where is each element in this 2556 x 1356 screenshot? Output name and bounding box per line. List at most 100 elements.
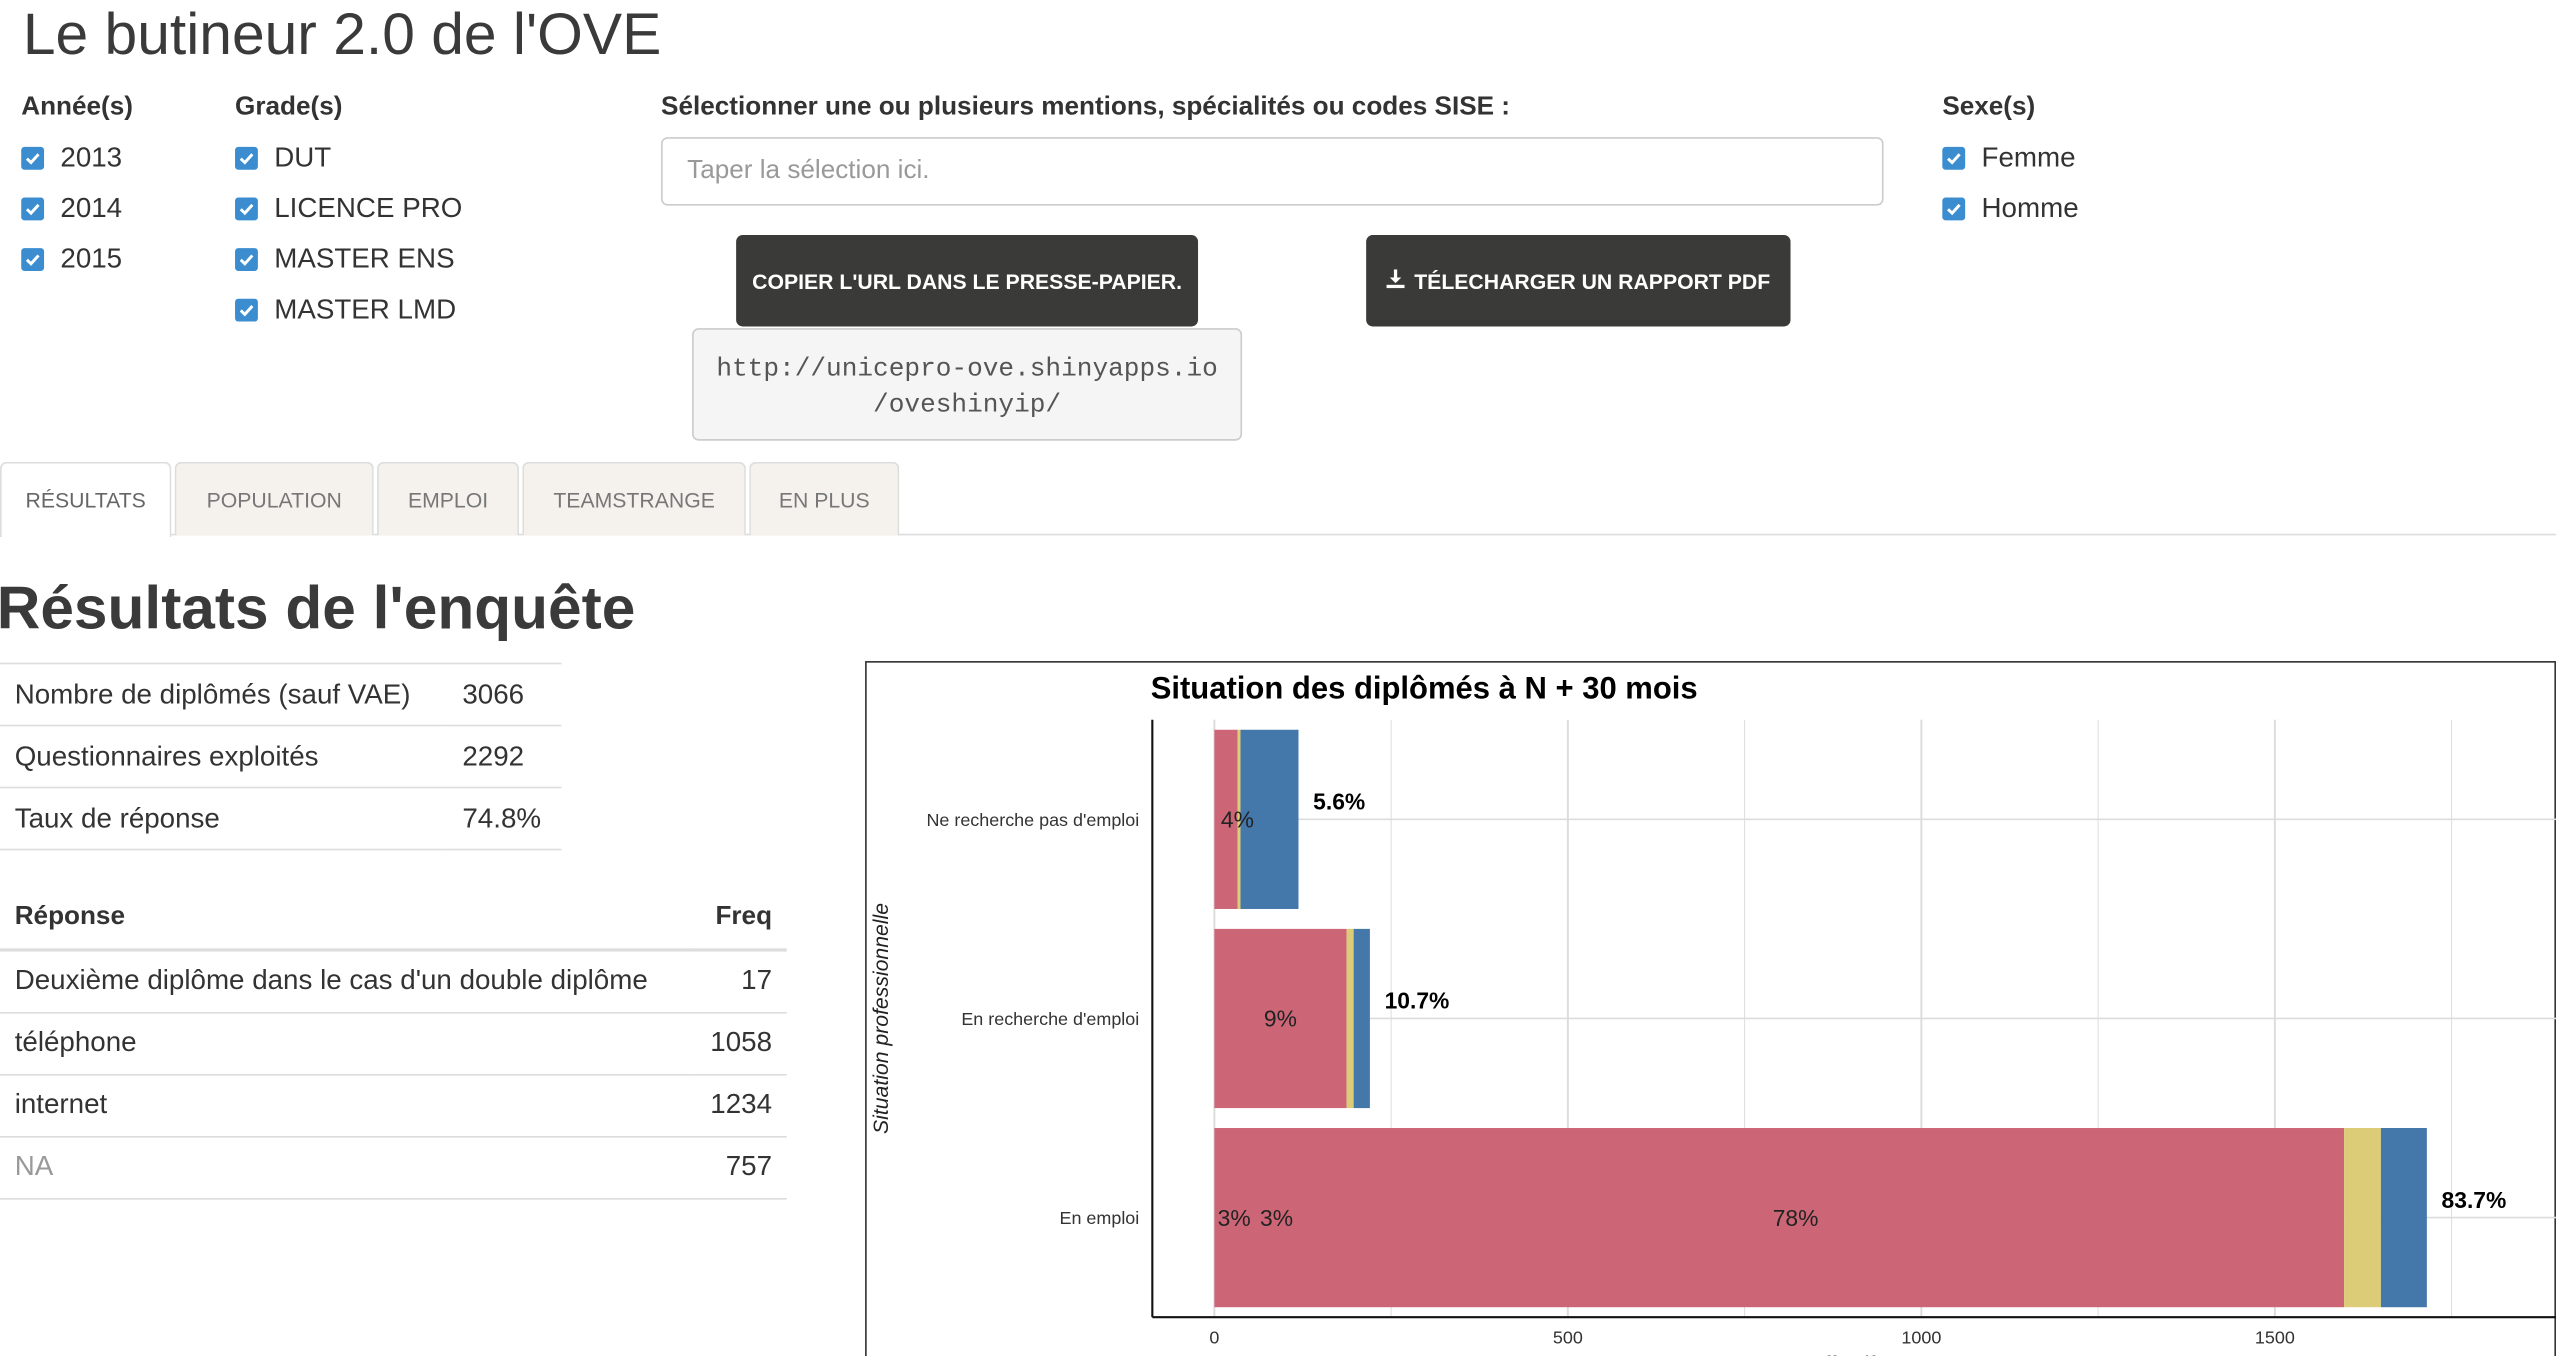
bar-segment: [1353, 928, 1370, 1109]
response-freq: 17: [691, 949, 787, 1013]
response-label: internet: [0, 1073, 692, 1137]
url-line-2: /oveshinyip/: [873, 390, 1062, 420]
grade-dut-checkbox[interactable]: DUT: [235, 132, 462, 183]
category-label: En emploi: [1060, 1208, 1140, 1228]
copy-url-button[interactable]: COPIER L'URL DANS LE PRESSE-PAPIER.: [736, 235, 1199, 327]
year-2014-label: 2014: [60, 191, 123, 223]
bar-segment: [1346, 928, 1354, 1109]
summary-value: 74.8%: [447, 786, 562, 851]
response-freq: 1234: [691, 1073, 787, 1137]
table-row: internet 1234: [0, 1073, 787, 1137]
tab-teamstrange[interactable]: TEAMSTRANGE: [522, 461, 746, 536]
page-content: Le butineur 2.0 de l'OVE Année(s) 2013 2…: [0, 0, 2556, 1356]
category-label: Ne recherche pas d'emploi: [926, 810, 1139, 830]
summary-table: Nombre de diplômés (sauf VAE) 3066 Questi…: [0, 662, 562, 851]
url-line-1: http://unicepro-ove.shinyapps.io: [716, 354, 1218, 384]
checkbox-checked-icon[interactable]: [235, 247, 258, 271]
year-2014-checkbox[interactable]: 2014: [21, 183, 122, 234]
year-2013-checkbox[interactable]: 2013: [21, 132, 122, 183]
response-column-header: Réponse: [0, 886, 692, 952]
category-label: En recherche d'emploi: [961, 1009, 1139, 1029]
freq-column-header: Freq: [691, 886, 787, 952]
tab-resultats[interactable]: RÉSULTATS: [0, 461, 172, 537]
x-tick-label: 1000: [1901, 1327, 1941, 1347]
checkbox-checked-icon[interactable]: [1942, 196, 1966, 220]
response-label: téléphone: [0, 1011, 692, 1075]
y-axis-title: Situation professionnelle: [870, 903, 893, 1134]
sexes-checkbox-group: Femme Homme: [1942, 132, 2079, 234]
bar-segment: [2380, 1128, 2427, 1308]
download-pdf-button[interactable]: TÉLECHARGER UN RAPPORT PDF: [1366, 235, 1791, 327]
table-row: NA 757: [0, 1136, 787, 1199]
checkbox-checked-icon[interactable]: [1942, 146, 1966, 169]
app-title: Le butineur 2.0 de l'OVE: [22, 0, 662, 67]
years-label: Année(s): [21, 93, 133, 121]
sex-femme-label: Femme: [1981, 141, 2076, 173]
grade-dut-label: DUT: [274, 141, 332, 173]
table-header-row: Réponse Freq: [0, 886, 787, 952]
summary-label: Questionnaires exploités: [0, 724, 448, 788]
download-pdf-label: TÉLECHARGER UN RAPPORT PDF: [1414, 268, 1771, 293]
grade-licence-pro-label: LICENCE PRO: [274, 191, 463, 223]
checkbox-checked-icon[interactable]: [235, 146, 258, 169]
years-checkbox-group: 2013 2014 2015: [21, 132, 122, 284]
tab-bar: RÉSULTATS POPULATION EMPLOI TEAMSTRANGE …: [0, 461, 2556, 537]
checkbox-checked-icon[interactable]: [21, 196, 45, 220]
tab-population[interactable]: POPULATION: [174, 461, 374, 536]
grade-master-ens-label: MASTER ENS: [274, 242, 455, 274]
sex-homme-checkbox[interactable]: Homme: [1942, 183, 2079, 234]
summary-value: 2292: [447, 724, 562, 788]
total-label: 5.6%: [1313, 789, 1365, 815]
table-row: Taux de réponse 74.8%: [0, 786, 562, 851]
grades-checkbox-group: DUT LICENCE PRO MASTER ENS MASTER LMD: [235, 132, 462, 334]
chart-title: Situation des diplômés à N + 30 mois: [1151, 671, 1698, 706]
bar-segment: [2344, 1128, 2381, 1308]
sise-label: Sélectionner une ou plusieurs mentions, …: [661, 93, 1511, 121]
year-2015-label: 2015: [60, 242, 123, 274]
segment-label: 3%: [1260, 1205, 1293, 1231]
download-icon: [1386, 268, 1406, 292]
response-freq: 757: [691, 1136, 787, 1199]
year-2013-label: 2013: [60, 141, 123, 173]
table-row: Deuxième diplôme dans le cas d'un double…: [0, 949, 787, 1013]
table-row: Questionnaires exploités 2292: [0, 724, 562, 788]
segment-label: 4%: [1221, 807, 1254, 833]
x-tick-label: 1500: [2255, 1327, 2295, 1347]
segment-label: 78%: [1773, 1205, 1819, 1231]
segment-label: 9%: [1264, 1006, 1297, 1032]
sex-femme-checkbox[interactable]: Femme: [1942, 132, 2078, 183]
grades-label: Grade(s): [235, 93, 343, 121]
total-label: 10.7%: [1385, 988, 1450, 1014]
table-row: Nombre de diplômés (sauf VAE) 3066: [0, 662, 562, 726]
sex-homme-label: Homme: [1981, 191, 2079, 223]
checkbox-checked-icon[interactable]: [235, 297, 258, 321]
summary-value: 3066: [447, 662, 562, 726]
summary-label: Taux de réponse: [0, 786, 448, 851]
sise-search-input[interactable]: [661, 137, 1884, 206]
responses-table: Réponse Freq Deuxième diplôme dans le ca…: [0, 886, 787, 1199]
url-display[interactable]: http://unicepro-ove.shinyapps.io /oveshi…: [692, 328, 1243, 441]
copy-url-label: COPIER L'URL DANS LE PRESSE-PAPIER.: [752, 268, 1183, 293]
grade-master-ens-checkbox[interactable]: MASTER ENS: [235, 233, 462, 284]
response-label: NA: [0, 1136, 692, 1199]
situation-chart: 5.6% Ne recherche pas d'emploi 4% 10.7% En r…: [865, 661, 2556, 1356]
segment-label: 3%: [1218, 1205, 1251, 1231]
grade-licence-pro-checkbox[interactable]: LICENCE PRO: [235, 183, 462, 234]
total-label: 83.7%: [2442, 1187, 2507, 1213]
response-freq: 1058: [691, 1011, 787, 1075]
app-root: Le butineur 2.0 de l'OVE Année(s) 2013 2…: [0, 0, 2556, 1356]
sexes-label: Sexe(s): [1942, 93, 2036, 121]
year-2015-checkbox[interactable]: 2015: [21, 233, 122, 284]
x-tick-label: 0: [1209, 1327, 1219, 1347]
checkbox-checked-icon[interactable]: [21, 146, 45, 169]
x-tick-label: 500: [1553, 1327, 1583, 1347]
response-label: Deuxième diplôme dans le cas d'un double…: [0, 949, 692, 1013]
checkbox-checked-icon[interactable]: [235, 196, 258, 220]
tab-en-plus[interactable]: EN PLUS: [749, 461, 900, 536]
tab-emploi[interactable]: EMPLOI: [377, 461, 520, 536]
grade-master-lmd-label: MASTER LMD: [274, 292, 457, 324]
chart-svg: 5.6% Ne recherche pas d'emploi 4% 10.7% En r…: [870, 671, 2556, 1356]
table-row: téléphone 1058: [0, 1011, 787, 1075]
grade-master-lmd-checkbox[interactable]: MASTER LMD: [235, 284, 462, 335]
checkbox-checked-icon[interactable]: [21, 247, 45, 271]
